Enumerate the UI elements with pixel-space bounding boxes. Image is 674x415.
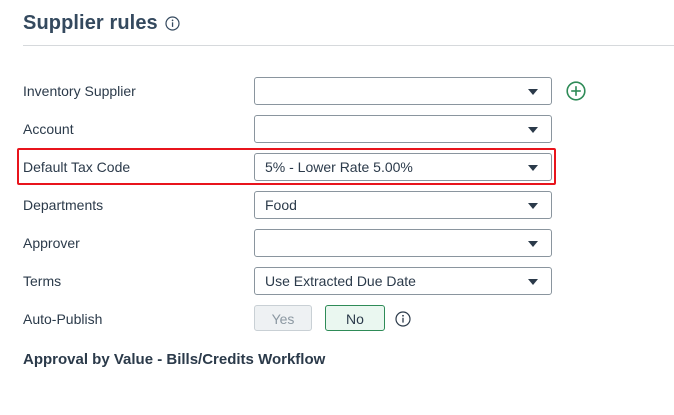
auto-publish-no-button[interactable]: No: [325, 305, 385, 331]
chevron-down-icon: [528, 241, 538, 247]
inventory-supplier-row: Inventory Supplier: [23, 77, 586, 105]
inventory-supplier-select[interactable]: [254, 77, 552, 105]
add-supplier-icon[interactable]: [566, 81, 586, 101]
departments-value: Food: [265, 197, 297, 213]
terms-select[interactable]: Use Extracted Due Date: [254, 267, 552, 295]
chevron-down-icon: [528, 203, 538, 209]
terms-row: Terms Use Extracted Due Date: [23, 267, 583, 295]
terms-value: Use Extracted Due Date: [265, 273, 416, 289]
approver-label: Approver: [23, 235, 80, 251]
approval-section-heading: Approval by Value - Bills/Credits Workfl…: [23, 351, 326, 368]
account-select[interactable]: [254, 115, 552, 143]
auto-publish-yes-button[interactable]: Yes: [254, 305, 312, 331]
auto-publish-label: Auto-Publish: [23, 311, 103, 327]
page-title: Supplier rules: [23, 12, 158, 34]
account-row: Account: [23, 115, 583, 143]
chevron-down-icon: [528, 89, 538, 95]
inventory-supplier-label: Inventory Supplier: [23, 83, 136, 99]
info-icon[interactable]: [165, 16, 180, 31]
departments-row: Departments Food: [23, 191, 583, 219]
highlight-box: [17, 148, 556, 185]
terms-label: Terms: [23, 273, 62, 289]
divider: [23, 45, 674, 46]
account-label: Account: [23, 121, 74, 137]
chevron-down-icon: [528, 127, 538, 133]
supplier-rules-panel: Supplier rules Inventory Supplier Accoun…: [0, 0, 674, 415]
approver-select[interactable]: [254, 229, 552, 257]
departments-select[interactable]: Food: [254, 191, 552, 219]
approver-row: Approver: [23, 229, 583, 257]
info-icon[interactable]: [395, 311, 411, 327]
departments-label: Departments: [23, 197, 104, 213]
chevron-down-icon: [528, 279, 538, 285]
auto-publish-row: Auto-Publish Yes No: [23, 305, 583, 333]
title-row: Supplier rules: [23, 12, 180, 35]
